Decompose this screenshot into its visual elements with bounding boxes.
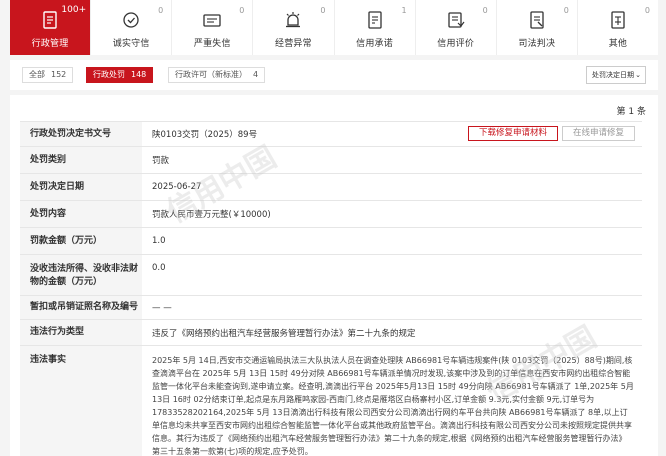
online-repair-button[interactable]: 在线申请修复 [562, 126, 636, 141]
filter-penalty-button[interactable]: 行政处罚 148 [86, 67, 154, 83]
tab-business-abnormal[interactable]: 0 经营异常 [253, 0, 335, 55]
row-key: 罚款金额（万元） [20, 228, 142, 254]
row-key: 违法行为类型 [20, 320, 142, 345]
judgment-icon [530, 11, 544, 29]
row-key: 处罚类别 [20, 147, 142, 173]
tab-integrity[interactable]: 0 诚实守信 [91, 0, 173, 55]
tab-label: 信用评价 [437, 39, 475, 49]
category-tab-bar: 100+ 行政管理 0 诚实守信 0 严重失信 0 经营异常 1 信用承诺 0 … [10, 0, 658, 55]
table-row: 违法行为类型 违反了《网络预约出租汽车经营服务管理暂行办法》第二十九条的规定 [20, 320, 642, 346]
tab-count: 0 [320, 6, 326, 15]
tab-other[interactable]: 0 其他 [578, 0, 658, 55]
tab-label: 其他 [608, 39, 628, 49]
tab-admin-management[interactable]: 100+ 行政管理 [10, 0, 92, 55]
tab-credit-evaluation[interactable]: 0 信用评价 [416, 0, 497, 55]
chevron-down-icon: ⌄ [635, 71, 641, 79]
tab-count: 0 [563, 6, 569, 15]
alarm-icon [286, 12, 301, 28]
filter-all-button[interactable]: 全部 152 [22, 67, 74, 83]
tab-count: 1 [401, 6, 407, 15]
tab-count: 100+ [61, 5, 87, 15]
row-value: 1.0 [152, 236, 166, 246]
row-value: 违反了《网络预约出租汽车经营服务管理暂行办法》第二十九条的规定 [152, 328, 416, 339]
tab-label: 诚实守信 [112, 39, 150, 49]
filter-label: 行政许可（新标准） [175, 70, 247, 79]
tab-credit-commitment[interactable]: 1 信用承诺 [335, 0, 416, 55]
evaluation-icon [448, 12, 465, 28]
filter-permit-button[interactable]: 行政许可（新标准） 4 [168, 67, 266, 83]
detail-panel: 第 1 条 行政处罚决定书文号 陕0103交罚（2025）89号 下载修复申请材… [10, 95, 658, 456]
row-key: 没收违法所得、没收非法财物的金额（万元） [20, 255, 142, 295]
sort-select[interactable]: 处罚决定日期 ⌄ [586, 66, 646, 84]
table-row: 处罚内容 罚款人民币壹万元整(￥10000) [20, 201, 642, 228]
commitment-icon [367, 11, 382, 29]
table-row: 暂扣或吊销证照名称及编号 — — [20, 296, 642, 320]
tab-count: 0 [158, 6, 164, 15]
tab-serious-dishonesty[interactable]: 0 严重失信 [172, 0, 254, 55]
row-key: 暂扣或吊销证照名称及编号 [20, 296, 142, 319]
row-value: — — [152, 302, 172, 313]
table-row: 违法事实 2025年 5月 14日,西安市交通运输局执法三大队执法人员在调查处理… [20, 346, 642, 456]
filter-count: 152 [51, 70, 67, 79]
record-index: 第 1 条 [616, 107, 646, 117]
filter-count: 4 [253, 70, 259, 79]
tab-count: 0 [239, 6, 245, 15]
sort-label: 处罚决定日期 [592, 71, 634, 79]
row-key: 违法事实 [20, 346, 142, 456]
blacklist-icon [203, 14, 221, 27]
detail-table: 行政处罚决定书文号 陕0103交罚（2025）89号 下载修复申请材料 在线申请… [20, 121, 642, 456]
row-key: 处罚内容 [20, 201, 142, 227]
row-key: 处罚决定日期 [20, 174, 142, 200]
filter-count: 148 [131, 70, 147, 79]
row-value: 0.0 [152, 263, 166, 273]
other-icon [611, 11, 625, 29]
table-row: 处罚决定日期 2025-06-27 [20, 174, 642, 201]
tab-label: 司法判决 [518, 39, 556, 49]
download-repair-materials-button[interactable]: 下载修复申请材料 [468, 126, 559, 141]
row-value: 罚款 [152, 156, 170, 166]
violation-facts-text: 2025年 5月 14日,西安市交通运输局执法三大队执法人员在调查处理陕 AB6… [152, 356, 634, 456]
row-value: 2025-06-27 [152, 182, 202, 192]
tab-label: 经营异常 [275, 39, 312, 49]
tab-label: 严重失信 [193, 39, 231, 49]
filter-bar: 全部 152 行政处罚 148 行政许可（新标准） 4 处罚决定日期 ⌄ [10, 60, 658, 90]
filter-label: 全部 [29, 70, 45, 79]
table-row: 没收违法所得、没收非法财物的金额（万元） 0.0 [20, 255, 642, 296]
row-value: 罚款人民币壹万元整(￥10000) [152, 210, 271, 220]
tab-label: 信用承诺 [356, 39, 393, 49]
table-row: 罚款金额（万元） 1.0 [20, 228, 642, 255]
tab-count: 0 [644, 6, 650, 15]
row-key: 行政处罚决定书文号 [20, 122, 142, 146]
table-row: 行政处罚决定书文号 陕0103交罚（2025）89号 下载修复申请材料 在线申请… [20, 122, 642, 147]
integrity-shield-icon [123, 12, 139, 28]
tab-count: 0 [482, 6, 488, 15]
tab-label: 行政管理 [31, 39, 69, 49]
admin-doc-icon [43, 11, 57, 29]
tab-judicial-judgment[interactable]: 0 司法判决 [497, 0, 578, 55]
table-row: 处罚类别 罚款 [20, 147, 642, 174]
filter-label: 行政处罚 [93, 70, 125, 79]
